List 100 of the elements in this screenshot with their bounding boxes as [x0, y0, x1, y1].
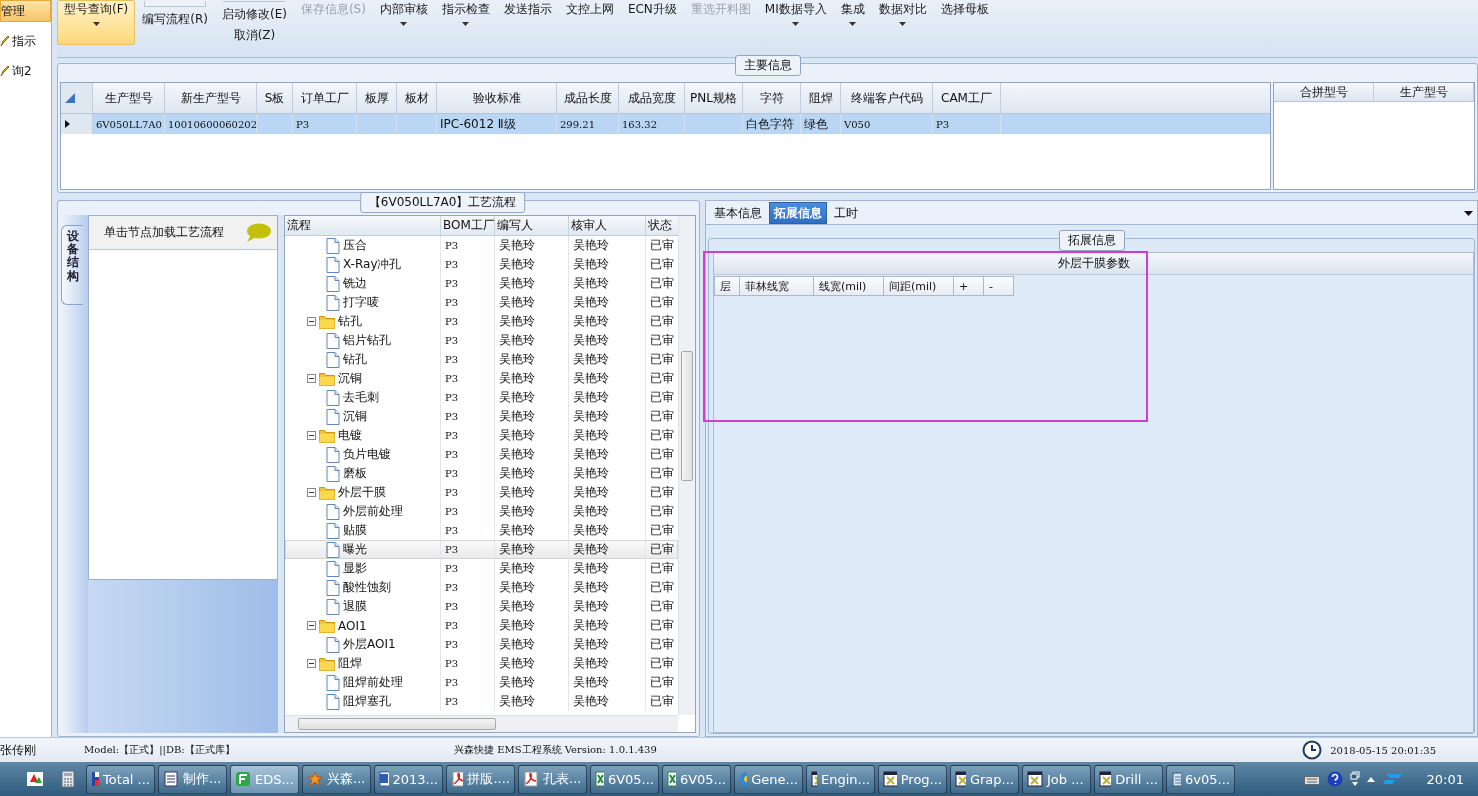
column-header[interactable]: 生产型号	[1374, 83, 1474, 101]
taskbar-button[interactable]: 兴森...	[302, 764, 371, 794]
toolbar-button[interactable]: 内部审核	[372, 0, 435, 45]
toolbar-button[interactable]: MI数据导入	[757, 0, 834, 45]
column-header[interactable]: 字符	[743, 83, 801, 113]
toolbar-button[interactable]: 发送指示	[496, 0, 559, 45]
nav-item[interactable]: 指示	[0, 30, 51, 52]
toolbar-button[interactable]: ECN升级	[620, 0, 684, 45]
column-header[interactable]: PNL规格	[685, 83, 743, 113]
column-header[interactable]: 终端客户代码	[841, 83, 933, 113]
taskbar-button[interactable]: Grap...	[950, 764, 1019, 794]
column-header[interactable]: 菲林线宽	[740, 276, 814, 296]
collapse-icon[interactable]	[307, 431, 316, 440]
table-cell: P3	[445, 487, 459, 498]
vertical-tab[interactable]: 设备结构	[61, 225, 83, 305]
toolbar-button[interactable]: 数据对比	[871, 0, 934, 45]
table-cell: 10010600060202	[168, 118, 258, 130]
taskbar-button[interactable]: Prog...	[878, 764, 947, 794]
taskbar-button[interactable]: Gene...	[734, 764, 803, 794]
collapse-icon[interactable]	[307, 488, 316, 497]
column-header[interactable]: 成品宽度	[619, 83, 685, 113]
leaf-logo-icon	[235, 771, 251, 787]
column-header[interactable]: 编写人	[495, 216, 569, 235]
column-header[interactable]: 线宽(mil)	[814, 276, 884, 296]
column-header[interactable]: BOM工厂	[441, 216, 495, 235]
dropdown-icon[interactable]	[1464, 211, 1473, 216]
toolbar-button[interactable]: 指示检查	[434, 0, 497, 45]
tab[interactable]: 工时	[829, 202, 863, 224]
table-cell: 吴艳玲	[573, 256, 609, 273]
tab[interactable]: 拓展信息	[769, 202, 827, 224]
toolbar-button[interactable]: 型号查询(F)	[57, 0, 136, 45]
calculator-icon[interactable]	[61, 770, 75, 788]
column-header[interactable]: 新生产型号	[165, 83, 257, 113]
table-cell: 吴艳玲	[499, 674, 535, 691]
table-cell: 吴艳玲	[499, 237, 535, 254]
help-icon[interactable]	[1326, 771, 1343, 787]
taskbar-button[interactable]: Total ...	[86, 764, 155, 794]
tab[interactable]: 基本信息	[709, 202, 767, 224]
column-header[interactable]: 订单工厂	[293, 83, 357, 113]
collapse-icon[interactable]	[307, 621, 316, 630]
table-cell: 吴艳玲	[499, 617, 535, 634]
table-cell: P3	[445, 240, 459, 251]
taskbar-button[interactable]: 孔表...	[518, 764, 587, 794]
taskbar-button[interactable]: Engin...	[806, 764, 875, 794]
column-header[interactable]: 流程	[285, 216, 441, 235]
nav-item[interactable]: 管理	[0, 0, 51, 22]
column-header[interactable]: 合拼型号	[1274, 83, 1374, 101]
column-header[interactable]: 板材	[397, 83, 437, 113]
column-header[interactable]: 生产型号	[93, 83, 165, 113]
taskbar-button[interactable]: 2013...	[374, 764, 443, 794]
step-name: 沉铜	[338, 370, 362, 387]
column-header[interactable]: 间距(mil)	[884, 276, 954, 296]
table-cell: 吴艳玲	[573, 560, 609, 577]
document-icon	[326, 389, 340, 406]
toolbar-button[interactable]: 集成	[833, 0, 872, 45]
taskbar-button[interactable]: Drill ...	[1094, 764, 1163, 794]
column-header[interactable]: S板	[257, 83, 293, 113]
taskbar-button[interactable]: 6V05...	[662, 764, 731, 794]
column-header[interactable]: 核审人	[569, 216, 646, 235]
column-header[interactable]: -	[984, 276, 1014, 296]
taskbar-button[interactable]: 6v05...	[1166, 764, 1235, 794]
horizontal-scrollbar[interactable]	[285, 715, 678, 732]
collapse-icon[interactable]	[307, 374, 316, 383]
collapse-icon[interactable]	[307, 317, 316, 326]
step-name: 沉铜	[343, 408, 367, 425]
table-cell: 吴艳玲	[573, 408, 609, 425]
speech-bubble-icon	[245, 222, 271, 243]
pdf-icon	[451, 771, 464, 787]
table-cell: P3	[445, 259, 459, 270]
table-cell: 已审	[650, 617, 674, 634]
toolbar-button[interactable]: 文控上网	[558, 0, 621, 45]
vertical-scrollbar[interactable]	[678, 216, 695, 715]
taskbar-button[interactable]: 6V05...	[590, 764, 659, 794]
keyboard-icon[interactable]	[1303, 773, 1320, 785]
toolbar-button[interactable]: 编写流程(R)	[135, 0, 215, 45]
collapse-icon[interactable]	[307, 659, 316, 668]
slides-app-icon[interactable]	[26, 770, 44, 788]
tree-row[interactable]: 曝光 P3 吴艳玲 吴艳玲 已审	[285, 540, 678, 559]
column-header[interactable]: CAM工厂	[933, 83, 1001, 113]
step-name: 钻孔	[343, 351, 367, 368]
taskbar-button[interactable]: 拼版....	[446, 764, 515, 794]
toolbar-button[interactable]: 选择母板	[933, 0, 996, 45]
toolbar-button[interactable]: 启动修改(E) 取消(Z)	[214, 0, 294, 45]
table-cell: 已审	[650, 484, 674, 501]
table-cell: 吴艳玲	[499, 484, 535, 501]
column-header[interactable]: 板厚	[357, 83, 397, 113]
nav-item[interactable]: 询2	[0, 60, 51, 82]
taskbar-button[interactable]: Job ...	[1022, 764, 1091, 794]
network-icon[interactable]	[1349, 771, 1360, 787]
step-name: 阻焊前处理	[343, 674, 403, 691]
taskbar-button[interactable]: 制作...	[158, 764, 227, 794]
table-cell: 已审	[650, 636, 674, 653]
table-row[interactable]: 6V050LL7A0 10010600060202 P3 IPC-6012 Ⅱ级 299.21 163.32 白色字符 绿色 V050 P3	[61, 114, 1270, 134]
show-hidden-icon[interactable]	[1366, 776, 1375, 782]
column-header[interactable]: 层	[714, 276, 740, 296]
column-header[interactable]: 成品长度	[557, 83, 619, 113]
column-header[interactable]: 阻焊	[801, 83, 841, 113]
table-cell: 已审	[650, 522, 674, 539]
column-header[interactable]: 验收标准	[437, 83, 557, 113]
column-header[interactable]: +	[954, 276, 984, 296]
